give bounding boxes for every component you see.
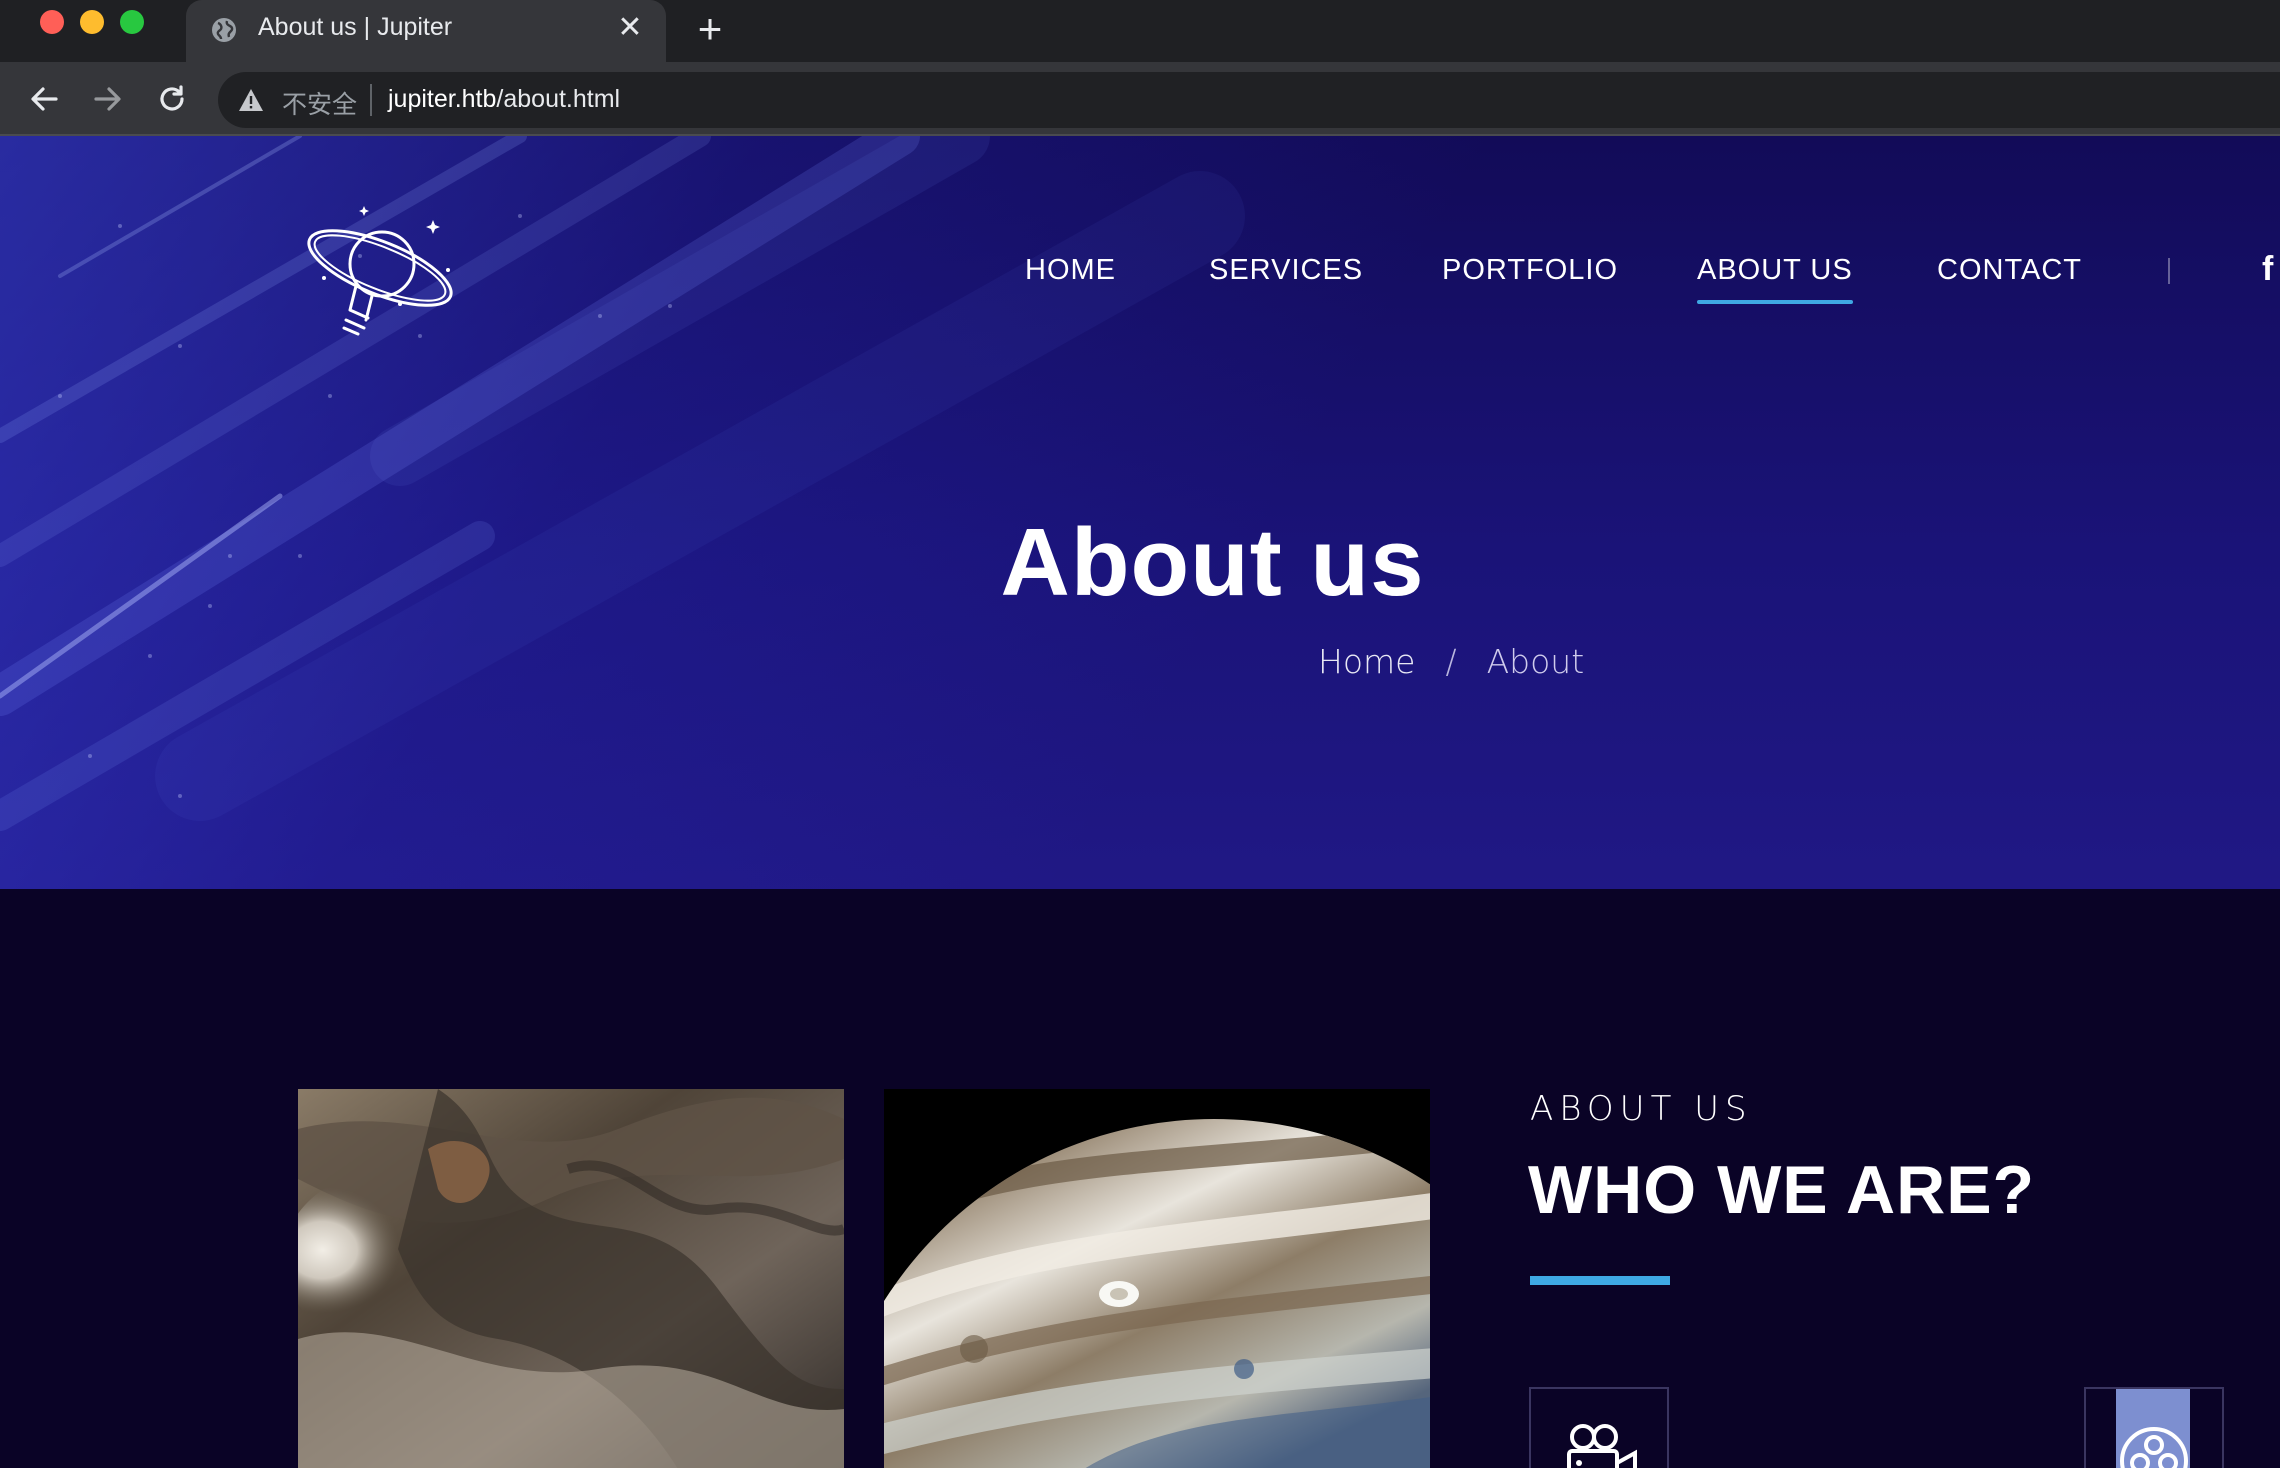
nav-services[interactable]: SERVICES — [1209, 254, 1363, 287]
url-host: jupiter.htb — [388, 85, 497, 113]
nav-portfolio[interactable]: PORTFOLIO — [1442, 254, 1618, 287]
nav-about-us[interactable]: ABOUT US — [1697, 254, 1853, 304]
facebook-icon[interactable]: f — [2262, 250, 2273, 289]
hero-title-wrap: About us — [0, 508, 2280, 618]
minimize-window-button[interactable] — [80, 10, 104, 34]
address-divider — [370, 84, 372, 116]
feature-card-video[interactable] — [1529, 1387, 1669, 1468]
breadcrumb-separator: / — [1445, 642, 1457, 681]
reload-icon[interactable] — [152, 79, 192, 119]
jupiter-globe-image — [884, 1089, 1430, 1468]
tab-title: About us | Jupiter — [258, 13, 453, 41]
breadcrumb-home[interactable]: Home — [1318, 642, 1415, 681]
nav-home[interactable]: HOME — [1025, 254, 1116, 287]
main-navigation: HOME SERVICES PORTFOLIO ABOUT US CONTACT — [0, 254, 2280, 314]
browser-tab[interactable]: About us | Jupiter ✕ — [186, 0, 666, 62]
url-text[interactable]: jupiter.htb/about.html — [388, 85, 620, 114]
jupiter-storm-artwork — [298, 1089, 844, 1468]
nav-contact[interactable]: CONTACT — [1937, 254, 2082, 287]
about-section: ABOUT US WHO WE ARE? — [0, 889, 2280, 1468]
back-arrow-icon[interactable] — [24, 79, 64, 119]
jupiter-globe-artwork — [884, 1089, 1430, 1468]
close-icon[interactable]: ✕ — [614, 12, 646, 44]
jupiter-storm-image — [298, 1089, 844, 1468]
nav-divider — [2168, 258, 2170, 284]
warning-icon[interactable] — [238, 87, 264, 113]
film-reel-icon — [2120, 1427, 2188, 1468]
maximize-window-button[interactable] — [120, 10, 144, 34]
forward-arrow-icon[interactable] — [88, 79, 128, 119]
insecure-label[interactable]: 不安全 — [282, 85, 357, 121]
address-bar[interactable]: 不安全 jupiter.htb/about.html — [218, 72, 2280, 128]
video-camera-icon — [1567, 1424, 1637, 1468]
url-path: /about.html — [496, 85, 621, 113]
close-window-button[interactable] — [40, 10, 64, 34]
feature-card-film[interactable] — [2084, 1387, 2224, 1468]
hero-banner: HOME SERVICES PORTFOLIO ABOUT US CONTACT… — [0, 136, 2280, 889]
browser-toolbar: 不安全 jupiter.htb/about.html — [0, 62, 2280, 136]
plus-icon[interactable]: + — [690, 8, 730, 50]
heading-underline — [1530, 1276, 1670, 1285]
webpage: HOME SERVICES PORTFOLIO ABOUT US CONTACT… — [0, 136, 2280, 1468]
breadcrumb-current: About — [1486, 642, 1585, 681]
section-heading: WHO WE ARE? — [1528, 1152, 2036, 1228]
breadcrumb: Home / About — [1318, 642, 1584, 681]
globe-icon — [212, 18, 236, 42]
page-title: About us — [1000, 509, 1425, 616]
browser-tab-bar: About us | Jupiter ✕ + — [0, 0, 2280, 62]
section-eyebrow: ABOUT US — [1530, 1089, 1753, 1129]
